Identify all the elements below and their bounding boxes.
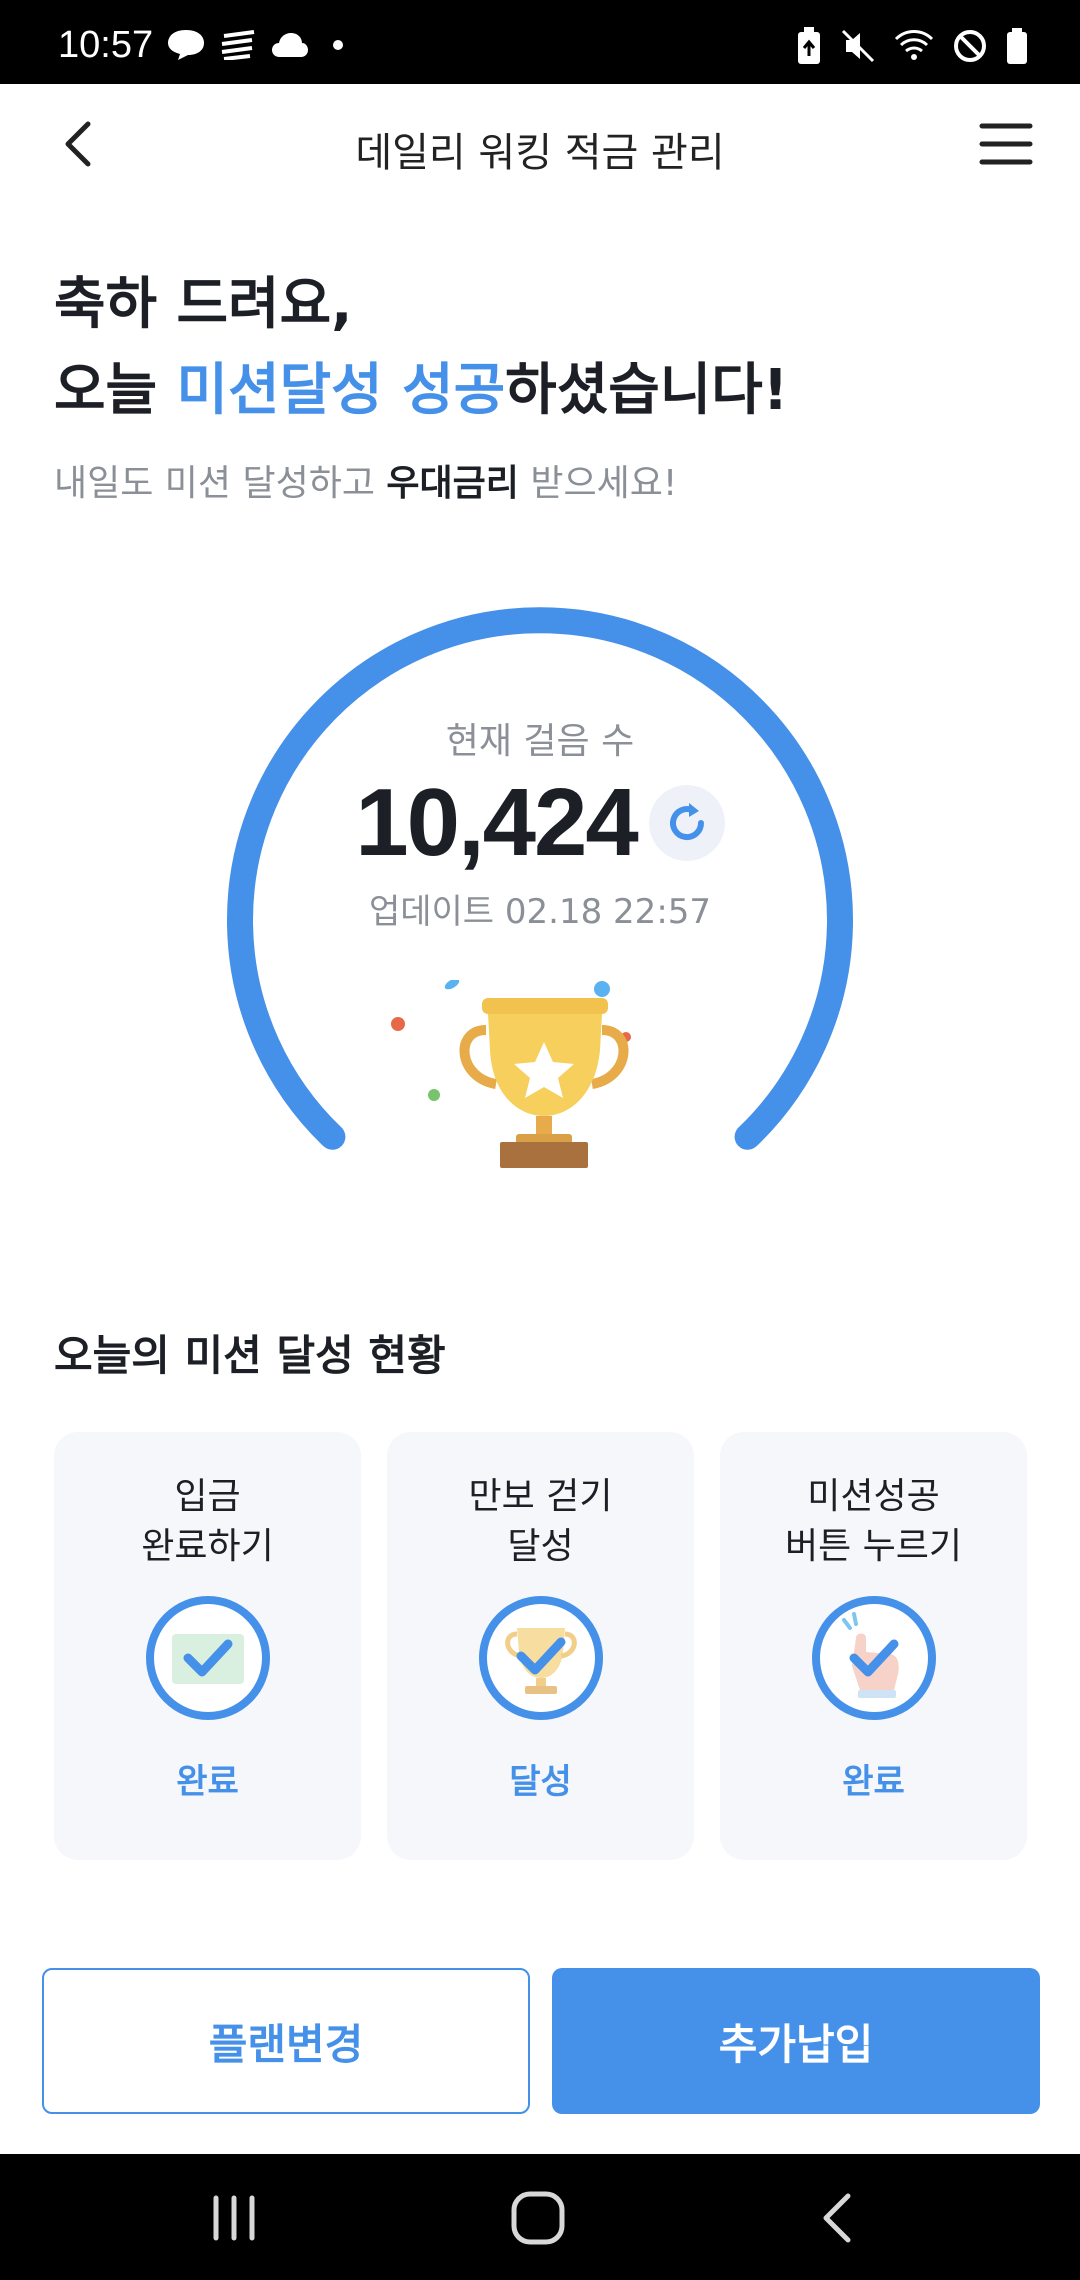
trophy-check-icon [479, 1596, 603, 1720]
mission-title-line1: 입금 [174, 1476, 241, 1517]
mission-section-title: 오늘의 미션 달성 현황 [54, 1331, 446, 1380]
dot-icon [333, 40, 343, 50]
battery-saver-icon [798, 27, 820, 64]
mission-cards: 입금 완료하기 완료 만보 걷기 달성 달성 미션성공 버튼 누르기 완료 [54, 1432, 1030, 1860]
page-title: 데일리 워킹 적금 관리 [355, 130, 725, 176]
update-label: 업데이트 [368, 892, 495, 932]
hero-sub-suffix: 받으세요! [518, 463, 678, 504]
mission-card-button: 미션성공 버튼 누르기 완료 [720, 1432, 1027, 1860]
nav-back-icon[interactable] [814, 2190, 862, 2246]
mission-title-line2: 완료하기 [141, 1526, 274, 1567]
extra-deposit-button[interactable]: 추가납입 [552, 1968, 1040, 2114]
hero-subtitle: 내일도 미션 달성하고 우대금리 받으세요! [54, 454, 1034, 506]
hero-line2-prefix: 오늘 [54, 358, 177, 423]
deposit-check-icon [146, 1596, 270, 1720]
mute-icon [841, 29, 875, 63]
mission-card-title: 입금 완료하기 [54, 1472, 361, 1572]
tap-check-icon [812, 1596, 936, 1720]
mission-title-line1: 미션성공 [807, 1476, 940, 1517]
app-header: 데일리 워킹 적금 관리 [0, 84, 1080, 204]
hero-line2-accent: 미션달성 성공 [176, 358, 506, 423]
step-count-row: 10,424 [220, 768, 860, 878]
update-time: 02.18 22:57 [504, 892, 712, 932]
menu-button[interactable] [976, 118, 1036, 170]
battery-icon [1007, 28, 1027, 64]
chat-bubble-icon [168, 30, 204, 60]
mission-card-title: 미션성공 버튼 누르기 [720, 1472, 1027, 1572]
recent-apps-icon[interactable] [206, 2194, 262, 2242]
system-nav-bar [0, 2154, 1080, 2280]
status-left-icons [166, 28, 348, 62]
mission-title-line1: 만보 걷기 [468, 1476, 613, 1517]
refresh-icon [669, 803, 704, 841]
mission-card-walk: 만보 걷기 달성 달성 [387, 1432, 694, 1860]
trophy-icon [391, 980, 631, 1168]
status-bar: 10:57 [0, 0, 1080, 84]
blocked-icon [954, 30, 986, 62]
step-count-value: 10,424 [355, 769, 639, 876]
hero-sub-strong: 우대금리 [386, 463, 519, 504]
status-right-icons [796, 26, 1028, 66]
step-count-label: 현재 걸음 수 [445, 721, 635, 762]
stripes-icon [221, 30, 255, 60]
hamburger-icon [979, 123, 1033, 165]
step-gauge: 현재 걸음 수 10,424 업데이트 02.18 22:57 [220, 600, 860, 1200]
hero-sub-prefix: 내일도 미션 달성하고 [54, 463, 387, 504]
status-time: 10:57 [58, 24, 154, 66]
home-icon[interactable] [508, 2188, 568, 2248]
mission-card-deposit: 입금 완료하기 완료 [54, 1432, 361, 1860]
hero-title-line1: 축하 드려요, [54, 272, 353, 337]
mission-status: 완료 [176, 1762, 239, 1802]
mission-status: 완료 [842, 1762, 905, 1802]
mission-status: 달성 [509, 1762, 572, 1802]
wifi-icon [894, 30, 934, 60]
update-info: 업데이트 02.18 22:57 [220, 884, 860, 933]
refresh-button[interactable] [648, 785, 725, 861]
mission-title-line2: 달성 [507, 1526, 574, 1567]
hero-line2-suffix: 하셨습니다! [505, 358, 789, 423]
mission-title-line2: 버튼 누르기 [784, 1526, 963, 1567]
hero-title-line2: 오늘 미션달성 성공하셨습니다! [54, 348, 1034, 434]
mission-card-title: 만보 걷기 달성 [387, 1472, 694, 1572]
cloud-icon [272, 33, 308, 57]
hero-section: 축하 드려요, 오늘 미션달성 성공하셨습니다! 내일도 미션 달성하고 우대금… [54, 262, 1034, 506]
plan-change-button[interactable]: 플랜변경 [42, 1968, 530, 2114]
